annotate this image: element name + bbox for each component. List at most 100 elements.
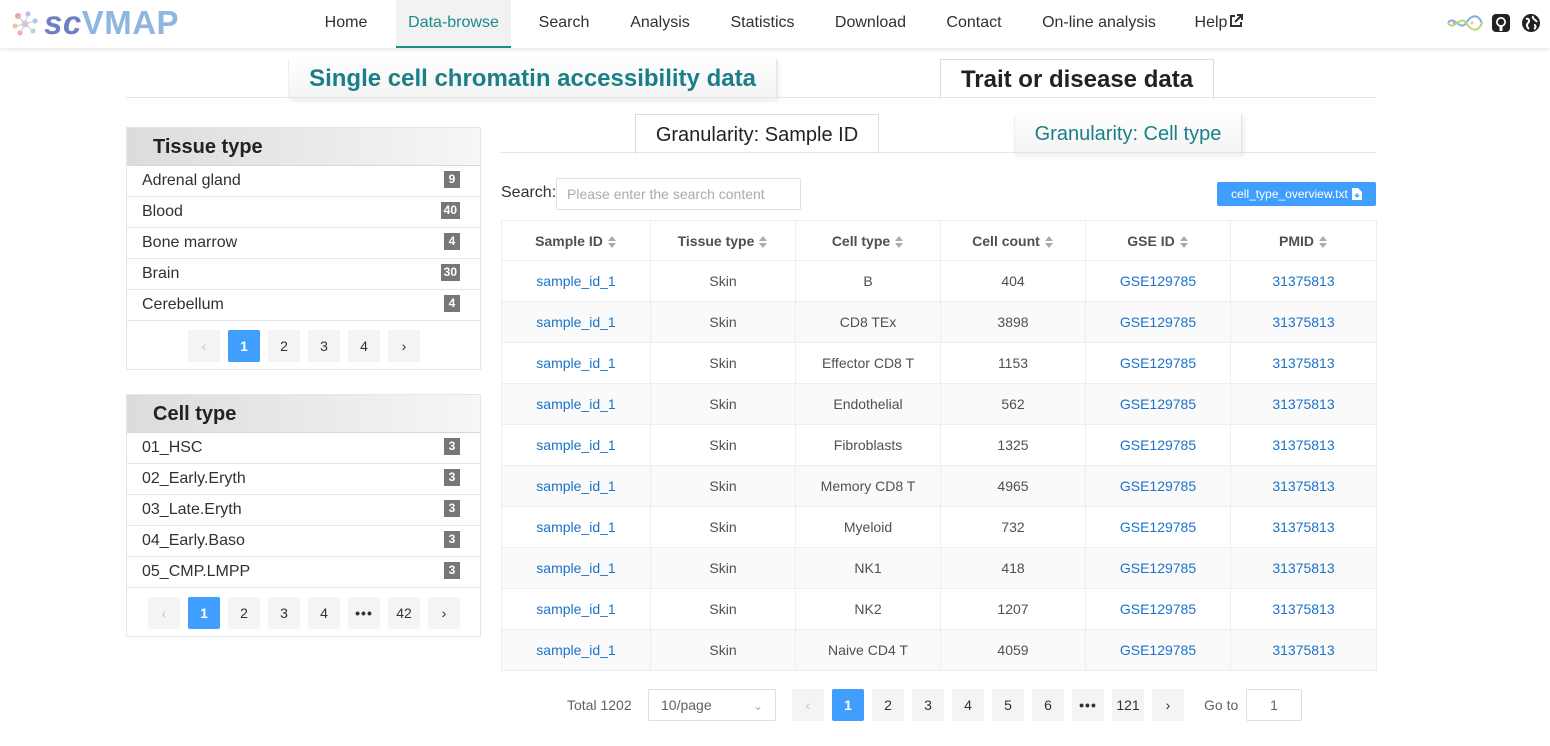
more-pages-button[interactable]: ••• [348, 597, 380, 629]
globe-icon[interactable] [1521, 13, 1541, 38]
sort-icon[interactable] [1044, 235, 1054, 249]
nav-item-download[interactable]: Download [825, 0, 916, 48]
next-page-button[interactable]: › [428, 597, 460, 629]
nav-item-contact[interactable]: Contact [936, 0, 1012, 48]
tab-trait-disease-data[interactable]: Trait or disease data [940, 59, 1214, 99]
page-button[interactable]: 121 [1112, 689, 1144, 721]
gse-id-cell[interactable]: GSE129785 [1085, 547, 1231, 589]
pmid-cell[interactable]: 31375813 [1230, 547, 1377, 589]
dna-logo-icon[interactable] [1446, 12, 1484, 39]
column-header-pmid[interactable]: PMID [1230, 220, 1377, 261]
nav-item-statistics[interactable]: Statistics [720, 0, 805, 48]
next-page-button[interactable]: › [1152, 689, 1184, 721]
nav-item-online-analysis[interactable]: On-line analysis [1032, 0, 1166, 48]
page-button[interactable]: 3 [912, 689, 944, 721]
gse-id-cell[interactable]: GSE129785 [1085, 588, 1231, 630]
pmid-cell[interactable]: 31375813 [1230, 383, 1377, 425]
sort-icon[interactable] [607, 235, 617, 249]
pmid-cell[interactable]: 31375813 [1230, 301, 1377, 343]
tab-granularity-sample[interactable]: Granularity: Sample ID [635, 114, 879, 154]
sort-icon[interactable] [894, 235, 904, 249]
sample-id-cell[interactable]: sample_id_1 [501, 588, 651, 630]
pmid-cell[interactable]: 31375813 [1230, 424, 1377, 466]
tissue-item-blood[interactable]: Blood 40 [127, 197, 480, 228]
page-button[interactable]: 2 [872, 689, 904, 721]
celltype-item[interactable]: 03_Late.Eryth 3 [127, 495, 480, 526]
sample-id-cell[interactable]: sample_id_1 [501, 301, 651, 343]
sample-id-cell[interactable]: sample_id_1 [501, 342, 651, 384]
page-button[interactable]: 4 [308, 597, 340, 629]
celltype-item[interactable]: 04_Early.Baso 3 [127, 526, 480, 557]
tab-scatac-data[interactable]: Single cell chromatin accessibility data [288, 59, 777, 99]
celltype-item[interactable]: 02_Early.Eryth 3 [127, 464, 480, 495]
pmid-cell[interactable]: 31375813 [1230, 465, 1377, 507]
sort-icon[interactable] [1179, 235, 1189, 249]
page-button[interactable]: 3 [268, 597, 300, 629]
download-overview-button[interactable]: cell_type_overview.txt [1217, 182, 1376, 206]
search-input[interactable] [556, 178, 801, 210]
table-row: sample_id_1 Skin NK2 1207 GSE129785 31375813 [501, 588, 1377, 630]
nav-item-search[interactable]: Search [528, 0, 600, 48]
page-button[interactable]: 1 [188, 597, 220, 629]
pmid-cell[interactable]: 31375813 [1230, 260, 1377, 302]
gse-id-cell[interactable]: GSE129785 [1085, 629, 1231, 671]
pmid-cell[interactable]: 31375813 [1230, 588, 1377, 630]
logo[interactable]: scVMAP [8, 4, 179, 42]
page-button[interactable]: 5 [992, 689, 1024, 721]
gse-id-cell[interactable]: GSE129785 [1085, 383, 1231, 425]
sort-icon[interactable] [1318, 235, 1328, 249]
sample-id-cell[interactable]: sample_id_1 [501, 424, 651, 466]
tab-granularity-celltype[interactable]: Granularity: Cell type [1014, 114, 1242, 154]
page-button[interactable]: 42 [388, 597, 420, 629]
nav-item-data-browse[interactable]: Data-browse [396, 0, 511, 48]
page-button[interactable]: 2 [228, 597, 260, 629]
tissue-item-bone-marrow[interactable]: Bone marrow 4 [127, 228, 480, 259]
pmid-cell[interactable]: 31375813 [1230, 629, 1377, 671]
page-button[interactable]: 6 [1032, 689, 1064, 721]
github-icon[interactable] [1491, 13, 1511, 38]
page-button[interactable]: 1 [228, 330, 260, 362]
chevron-down-icon: ⌄ [752, 699, 763, 713]
prev-page-button[interactable]: ‹ [792, 689, 824, 721]
gse-id-cell[interactable]: GSE129785 [1085, 342, 1231, 384]
prev-page-button[interactable]: ‹ [148, 597, 180, 629]
page-button[interactable]: 1 [832, 689, 864, 721]
more-pages-button[interactable]: ••• [1072, 689, 1104, 721]
page-size-select[interactable]: 10/page ⌄ [648, 689, 776, 721]
column-header-sample-id[interactable]: Sample ID [501, 220, 651, 261]
page-button[interactable]: 4 [348, 330, 380, 362]
tissue-item-brain[interactable]: Brain 30 [127, 259, 480, 290]
goto-page-input[interactable] [1246, 689, 1302, 721]
sample-id-cell[interactable]: sample_id_1 [501, 383, 651, 425]
sample-id-cell[interactable]: sample_id_1 [501, 506, 651, 548]
page-button[interactable]: 2 [268, 330, 300, 362]
celltype-item[interactable]: 05_CMP.LMPP 3 [127, 557, 480, 588]
gse-id-cell[interactable]: GSE129785 [1085, 506, 1231, 548]
column-header-tissue-type[interactable]: Tissue type [650, 220, 796, 261]
count-badge: 9 [444, 171, 460, 188]
page-button[interactable]: 4 [952, 689, 984, 721]
nav-item-home[interactable]: Home [312, 0, 380, 48]
prev-page-button[interactable]: ‹ [188, 330, 220, 362]
sample-id-cell[interactable]: sample_id_1 [501, 465, 651, 507]
sample-id-cell[interactable]: sample_id_1 [501, 629, 651, 671]
column-header-gse-id[interactable]: GSE ID [1085, 220, 1231, 261]
pmid-cell[interactable]: 31375813 [1230, 342, 1377, 384]
next-page-button[interactable]: › [388, 330, 420, 362]
sample-id-cell[interactable]: sample_id_1 [501, 547, 651, 589]
gse-id-cell[interactable]: GSE129785 [1085, 301, 1231, 343]
gse-id-cell[interactable]: GSE129785 [1085, 260, 1231, 302]
nav-item-analysis[interactable]: Analysis [620, 0, 700, 48]
tissue-item-cerebellum[interactable]: Cerebellum 4 [127, 290, 480, 321]
pmid-cell[interactable]: 31375813 [1230, 506, 1377, 548]
sample-id-cell[interactable]: sample_id_1 [501, 260, 651, 302]
page-button[interactable]: 3 [308, 330, 340, 362]
celltype-item[interactable]: 01_HSC 3 [127, 433, 480, 464]
tissue-item-adrenal-gland[interactable]: Adrenal gland 9 [127, 166, 480, 197]
gse-id-cell[interactable]: GSE129785 [1085, 465, 1231, 507]
nav-item-help[interactable]: Help [1186, 0, 1252, 48]
column-header-cell-type[interactable]: Cell type [795, 220, 941, 261]
gse-id-cell[interactable]: GSE129785 [1085, 424, 1231, 466]
column-header-cell-count[interactable]: Cell count [940, 220, 1086, 261]
sort-icon[interactable] [758, 235, 768, 249]
